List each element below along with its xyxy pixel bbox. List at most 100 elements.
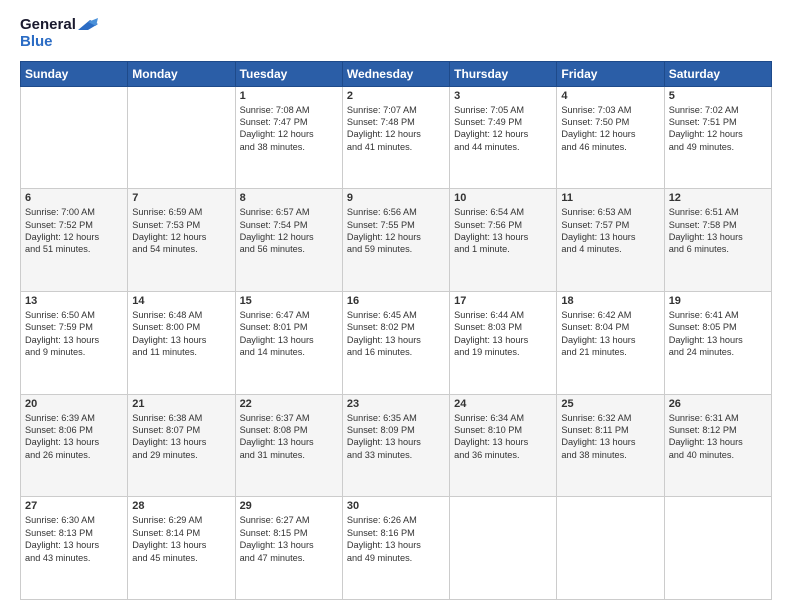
logo: General Blue <box>20 16 98 51</box>
day-info: Sunrise: 6:30 AM Sunset: 8:13 PM Dayligh… <box>25 514 123 564</box>
col-header-tuesday: Tuesday <box>235 61 342 86</box>
calendar-cell: 12Sunrise: 6:51 AM Sunset: 7:58 PM Dayli… <box>664 189 771 292</box>
day-number: 2 <box>347 90 445 102</box>
day-number: 4 <box>561 90 659 102</box>
day-number: 11 <box>561 192 659 204</box>
calendar-cell: 21 Sunrise: 6:38 AM Sunset: 8:07 PM Dayli… <box>128 394 235 497</box>
col-header-monday: Monday <box>128 61 235 86</box>
day-info: Sunrise: 6:51 AM Sunset: 7:58 PM Dayligh… <box>669 206 767 256</box>
day-info: Sunrise: 6:53 AM Sunset: 7:57 PM Dayligh… <box>561 206 659 256</box>
calendar-cell: 18Sunrise: 6:42 AM Sunset: 8:04 PM Dayli… <box>557 291 664 394</box>
week-row-1: 1 Sunrise: 7:08 AM Sunset: 7:47 PM Daylig… <box>21 86 772 189</box>
logo-blue-text: Blue <box>20 34 98 51</box>
day-info: Sunrise: 7:05 AM Sunset: 7:49 PM Dayligh… <box>454 104 552 154</box>
calendar-cell: 27 Sunrise: 6:30 AM Sunset: 8:13 PM Dayli… <box>21 497 128 600</box>
day-number: 24 <box>454 398 552 410</box>
calendar-cell: 19 Sunrise: 6:41 AM Sunset: 8:05 PM Dayli… <box>664 291 771 394</box>
day-info: Sunrise: 6:32 AM Sunset: 8:11 PM Dayligh… <box>561 412 659 462</box>
day-number: 3 <box>454 90 552 102</box>
calendar-header-row: SundayMondayTuesdayWednesdayThursdayFrid… <box>21 61 772 86</box>
day-number: 26 <box>669 398 767 410</box>
col-header-saturday: Saturday <box>664 61 771 86</box>
calendar-cell: 1 Sunrise: 7:08 AM Sunset: 7:47 PM Daylig… <box>235 86 342 189</box>
day-info: Sunrise: 6:47 AM Sunset: 8:01 PM Dayligh… <box>240 309 338 359</box>
page: General Blue SundayMondayTuesdayWednesda… <box>0 0 792 612</box>
day-number: 15 <box>240 295 338 307</box>
day-number: 29 <box>240 500 338 512</box>
day-info: Sunrise: 6:38 AM Sunset: 8:07 PM Dayligh… <box>132 412 230 462</box>
calendar-cell <box>21 86 128 189</box>
day-info: Sunrise: 7:03 AM Sunset: 7:50 PM Dayligh… <box>561 104 659 154</box>
calendar-cell: 4 Sunrise: 7:03 AM Sunset: 7:50 PM Daylig… <box>557 86 664 189</box>
calendar-cell: 22 Sunrise: 6:37 AM Sunset: 8:08 PM Dayli… <box>235 394 342 497</box>
day-info: Sunrise: 6:45 AM Sunset: 8:02 PM Dayligh… <box>347 309 445 359</box>
day-number: 22 <box>240 398 338 410</box>
day-info: Sunrise: 6:31 AM Sunset: 8:12 PM Dayligh… <box>669 412 767 462</box>
day-number: 14 <box>132 295 230 307</box>
day-number: 5 <box>669 90 767 102</box>
calendar-cell: 30 Sunrise: 6:26 AM Sunset: 8:16 PM Dayli… <box>342 497 449 600</box>
calendar-cell <box>664 497 771 600</box>
day-number: 30 <box>347 500 445 512</box>
calendar-cell: 14 Sunrise: 6:48 AM Sunset: 8:00 PM Dayli… <box>128 291 235 394</box>
day-info: Sunrise: 6:27 AM Sunset: 8:15 PM Dayligh… <box>240 514 338 564</box>
day-number: 21 <box>132 398 230 410</box>
calendar-cell: 29 Sunrise: 6:27 AM Sunset: 8:15 PM Dayli… <box>235 497 342 600</box>
col-header-sunday: Sunday <box>21 61 128 86</box>
calendar-cell <box>557 497 664 600</box>
calendar-cell: 24 Sunrise: 6:34 AM Sunset: 8:10 PM Dayli… <box>450 394 557 497</box>
calendar-cell: 20Sunrise: 6:39 AM Sunset: 8:06 PM Dayli… <box>21 394 128 497</box>
calendar-cell: 28Sunrise: 6:29 AM Sunset: 8:14 PM Dayli… <box>128 497 235 600</box>
day-number: 7 <box>132 192 230 204</box>
week-row-3: 13Sunrise: 6:50 AM Sunset: 7:59 PM Dayli… <box>21 291 772 394</box>
calendar-cell: 11 Sunrise: 6:53 AM Sunset: 7:57 PM Dayli… <box>557 189 664 292</box>
calendar-cell: 13Sunrise: 6:50 AM Sunset: 7:59 PM Dayli… <box>21 291 128 394</box>
day-number: 25 <box>561 398 659 410</box>
day-info: Sunrise: 6:34 AM Sunset: 8:10 PM Dayligh… <box>454 412 552 462</box>
day-info: Sunrise: 6:26 AM Sunset: 8:16 PM Dayligh… <box>347 514 445 564</box>
day-number: 16 <box>347 295 445 307</box>
logo-general-text: General <box>20 17 76 34</box>
header: General Blue <box>20 16 772 51</box>
calendar-cell: 5Sunrise: 7:02 AM Sunset: 7:51 PM Daylig… <box>664 86 771 189</box>
day-info: Sunrise: 6:48 AM Sunset: 8:00 PM Dayligh… <box>132 309 230 359</box>
week-row-5: 27 Sunrise: 6:30 AM Sunset: 8:13 PM Dayli… <box>21 497 772 600</box>
calendar-cell: 9Sunrise: 6:56 AM Sunset: 7:55 PM Daylig… <box>342 189 449 292</box>
col-header-wednesday: Wednesday <box>342 61 449 86</box>
day-info: Sunrise: 7:07 AM Sunset: 7:48 PM Dayligh… <box>347 104 445 154</box>
calendar-cell: 8Sunrise: 6:57 AM Sunset: 7:54 PM Daylig… <box>235 189 342 292</box>
calendar-cell: 16 Sunrise: 6:45 AM Sunset: 8:02 PM Dayli… <box>342 291 449 394</box>
col-header-thursday: Thursday <box>450 61 557 86</box>
day-number: 8 <box>240 192 338 204</box>
day-number: 28 <box>132 500 230 512</box>
logo-container: General Blue <box>20 16 98 51</box>
day-info: Sunrise: 6:50 AM Sunset: 7:59 PM Dayligh… <box>25 309 123 359</box>
day-info: Sunrise: 6:44 AM Sunset: 8:03 PM Dayligh… <box>454 309 552 359</box>
day-info: Sunrise: 6:54 AM Sunset: 7:56 PM Dayligh… <box>454 206 552 256</box>
day-number: 20 <box>25 398 123 410</box>
day-info: Sunrise: 6:41 AM Sunset: 8:05 PM Dayligh… <box>669 309 767 359</box>
day-number: 27 <box>25 500 123 512</box>
day-number: 10 <box>454 192 552 204</box>
calendar-cell: 3 Sunrise: 7:05 AM Sunset: 7:49 PM Daylig… <box>450 86 557 189</box>
calendar-cell: 17Sunrise: 6:44 AM Sunset: 8:03 PM Dayli… <box>450 291 557 394</box>
day-number: 23 <box>347 398 445 410</box>
day-number: 9 <box>347 192 445 204</box>
day-info: Sunrise: 6:42 AM Sunset: 8:04 PM Dayligh… <box>561 309 659 359</box>
calendar-cell <box>128 86 235 189</box>
day-info: Sunrise: 6:35 AM Sunset: 8:09 PM Dayligh… <box>347 412 445 462</box>
day-number: 1 <box>240 90 338 102</box>
logo-bird-icon <box>78 16 98 34</box>
day-info: Sunrise: 6:37 AM Sunset: 8:08 PM Dayligh… <box>240 412 338 462</box>
calendar-cell: 7 Sunrise: 6:59 AM Sunset: 7:53 PM Daylig… <box>128 189 235 292</box>
day-info: Sunrise: 6:59 AM Sunset: 7:53 PM Dayligh… <box>132 206 230 256</box>
calendar-cell: 26 Sunrise: 6:31 AM Sunset: 8:12 PM Dayli… <box>664 394 771 497</box>
day-number: 19 <box>669 295 767 307</box>
week-row-4: 20Sunrise: 6:39 AM Sunset: 8:06 PM Dayli… <box>21 394 772 497</box>
calendar-cell: 10 Sunrise: 6:54 AM Sunset: 7:56 PM Dayli… <box>450 189 557 292</box>
calendar-cell: 23 Sunrise: 6:35 AM Sunset: 8:09 PM Dayli… <box>342 394 449 497</box>
col-header-friday: Friday <box>557 61 664 86</box>
day-info: Sunrise: 7:08 AM Sunset: 7:47 PM Dayligh… <box>240 104 338 154</box>
calendar-cell: 25 Sunrise: 6:32 AM Sunset: 8:11 PM Dayli… <box>557 394 664 497</box>
week-row-2: 6Sunrise: 7:00 AM Sunset: 7:52 PM Daylig… <box>21 189 772 292</box>
